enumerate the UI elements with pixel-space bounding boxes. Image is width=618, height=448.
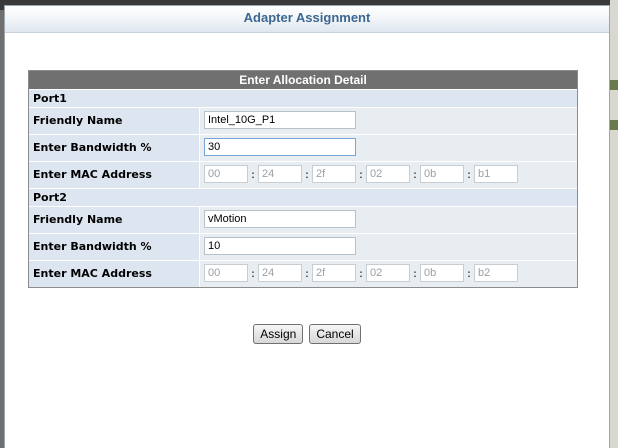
- port1-mac-octet-2[interactable]: [258, 165, 302, 183]
- port2-mac-octet-4[interactable]: [366, 264, 410, 282]
- port2-friendly-name-input[interactable]: [204, 210, 356, 228]
- background-mark: [610, 120, 618, 130]
- mac-address-label: Enter MAC Address: [29, 162, 199, 188]
- port2-bandwidth-row: Enter Bandwidth %: [29, 233, 577, 260]
- dialog-buttons: Assign Cancel: [5, 324, 609, 344]
- port1-mac-octet-5[interactable]: [420, 165, 464, 183]
- port2-mac-fields: : : : : :: [204, 264, 518, 282]
- port2-mac-octet-2[interactable]: [258, 264, 302, 282]
- friendly-name-label: Friendly Name: [29, 108, 199, 134]
- port2-mac-octet-6[interactable]: [474, 264, 518, 282]
- port2-bandwidth-input[interactable]: [204, 237, 356, 255]
- assign-button[interactable]: Assign: [253, 324, 304, 344]
- port1-mac-octet-3[interactable]: [312, 165, 356, 183]
- bandwidth-label: Enter Bandwidth %: [29, 135, 199, 161]
- background-window-edge: [610, 0, 618, 448]
- port1-friendly-name-row: Friendly Name: [29, 107, 577, 134]
- port1-bandwidth-input[interactable]: [204, 138, 356, 156]
- port1-friendly-name-input[interactable]: [204, 111, 356, 129]
- port1-section-header: Port1: [29, 89, 577, 107]
- port1-mac-octet-1[interactable]: [204, 165, 248, 183]
- dialog-title: Adapter Assignment: [243, 10, 371, 25]
- port1-mac-row: Enter MAC Address : : : : :: [29, 161, 577, 188]
- dialog-titlebar[interactable]: Adapter Assignment: [5, 6, 609, 33]
- port2-mac-octet-1[interactable]: [204, 264, 248, 282]
- port2-mac-octet-3[interactable]: [312, 264, 356, 282]
- port2-section-header: Port2: [29, 188, 577, 206]
- port1-bandwidth-row: Enter Bandwidth %: [29, 134, 577, 161]
- background-mark: [610, 80, 618, 90]
- cancel-button[interactable]: Cancel: [309, 324, 361, 344]
- adapter-assignment-dialog: Adapter Assignment Enter Allocation Deta…: [4, 5, 610, 448]
- port1-mac-octet-6[interactable]: [474, 165, 518, 183]
- port2-friendly-name-row: Friendly Name: [29, 206, 577, 233]
- port2-mac-octet-5[interactable]: [420, 264, 464, 282]
- port2-mac-row: Enter MAC Address : : : : :: [29, 260, 577, 287]
- mac-address-label: Enter MAC Address: [29, 261, 199, 287]
- port1-mac-octet-4[interactable]: [366, 165, 410, 183]
- panel-header: Enter Allocation Detail: [29, 71, 577, 89]
- port1-mac-fields: : : : : :: [204, 165, 518, 183]
- bandwidth-label: Enter Bandwidth %: [29, 234, 199, 260]
- allocation-detail-panel: Enter Allocation Detail Port1 Friendly N…: [28, 70, 578, 288]
- friendly-name-label: Friendly Name: [29, 207, 199, 233]
